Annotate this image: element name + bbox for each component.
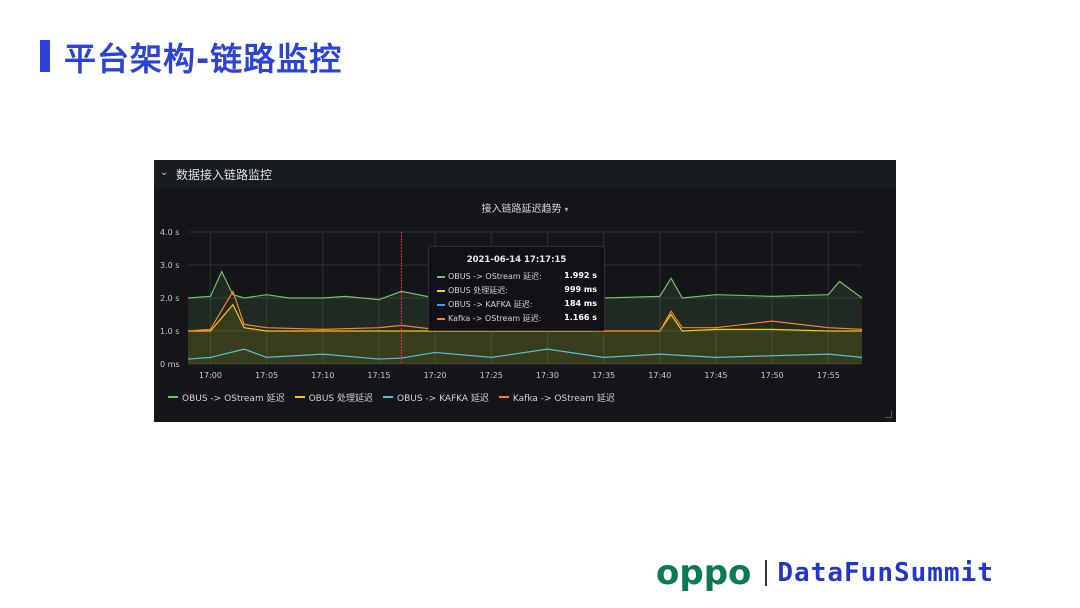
page-title: 平台架构-链路监控 — [64, 40, 343, 78]
legend-item[interactable]: OBUS -> KAFKA 延迟 — [383, 391, 489, 404]
tooltip-value: 999 ms — [564, 285, 597, 294]
x-tick-label: 17:40 — [648, 371, 671, 380]
oppo-logo: oppo — [656, 553, 752, 593]
tooltip-label: OBUS -> OStream 延迟: — [448, 272, 542, 281]
y-tick-label: 4.0 s — [160, 228, 179, 237]
tooltip-row: OBUS -> OStream 延迟: 1.992 s — [437, 271, 597, 283]
x-tick-label: 17:20 — [424, 371, 447, 380]
tooltip-swatch — [437, 304, 445, 306]
y-tick-label: 2.0 s — [160, 294, 179, 303]
legend-label: OBUS -> OStream 延迟 — [182, 393, 285, 404]
legend-swatch — [383, 396, 393, 398]
x-tick-label: 17:55 — [817, 371, 840, 380]
legend-label: OBUS -> KAFKA 延迟 — [397, 393, 489, 404]
x-tick-label: 17:00 — [199, 371, 222, 380]
tooltip-row: Kafka -> OStream 延迟: 1.166 s — [437, 313, 597, 325]
x-tick-label: 17:45 — [704, 371, 727, 380]
x-tick-label: 17:30 — [536, 371, 559, 380]
grafana-panel: ⌄ 数据接入链路监控 接入链路延迟趋势 ▾ 0 ms 1.0 s 2.0 s 3.0 s… — [154, 160, 896, 422]
legend-swatch — [498, 396, 509, 398]
y-tick-label: 1.0 s — [160, 327, 179, 336]
tooltip-label: Kafka -> OStream 延迟: — [448, 314, 542, 323]
y-tick-label: 3.0 s — [160, 261, 179, 270]
x-tick-label: 17:05 — [255, 371, 278, 380]
legend-label: Kafka -> OStream 延迟 — [512, 393, 615, 404]
brand-footer: oppo DataFunSummit — [656, 556, 994, 590]
y-tick-label: 0 ms — [160, 360, 180, 369]
tooltip-swatch — [437, 290, 445, 292]
tooltip-swatch — [437, 318, 445, 320]
legend-item[interactable]: Kafka -> OStream 延迟 — [498, 391, 615, 404]
legend-label: OBUS 处理延迟 — [308, 393, 373, 404]
chart-tooltip: 2021-06-14 17:17:15 OBUS -> OStream 延迟: 1… — [428, 246, 605, 331]
x-tick-label: 17:15 — [367, 371, 390, 380]
legend-item[interactable]: OBUS -> OStream 延迟 — [168, 391, 285, 404]
title-accent-bar — [40, 40, 50, 72]
x-tick-label: 17:10 — [311, 371, 334, 380]
tooltip-time: 2021-06-14 17:17:15 — [466, 255, 567, 265]
x-tick-label: 17:25 — [480, 371, 503, 380]
tooltip-swatch — [437, 276, 445, 278]
datafunsummit-logo: DataFunSummit — [777, 558, 994, 588]
tooltip-row: OBUS -> KAFKA 延迟: 184 ms — [437, 299, 597, 311]
legend-item[interactable]: OBUS 处理延迟 — [294, 391, 373, 404]
legend-swatch — [168, 396, 178, 398]
tooltip-value: 1.992 s — [564, 271, 597, 280]
tooltip-value: 184 ms — [564, 299, 597, 308]
legend-swatch — [294, 396, 305, 398]
tooltip-label: OBUS 处理延迟: — [448, 286, 508, 295]
tooltip-value: 1.166 s — [564, 313, 597, 322]
brand-divider — [765, 560, 768, 586]
resize-handle[interactable] — [885, 411, 892, 418]
tooltip-row: OBUS 处理延迟: 999 ms — [437, 285, 597, 297]
x-tick-label: 17:35 — [592, 371, 615, 380]
tooltip-label: OBUS -> KAFKA 延迟: — [448, 300, 533, 309]
chart-legend: OBUS -> OStream 延迟 OBUS 处理延迟 OBUS -> KAFKA… — [168, 390, 615, 404]
x-tick-label: 17:50 — [761, 371, 784, 380]
